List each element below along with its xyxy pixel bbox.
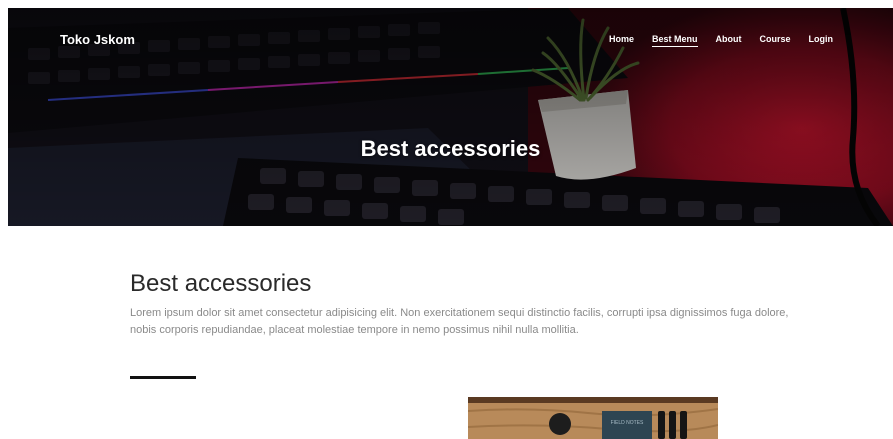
section-description: Lorem ipsum dolor sit amet consectetur a… bbox=[130, 307, 789, 336]
nav-item-about[interactable]: About bbox=[716, 34, 742, 47]
section-title: Best accessories bbox=[130, 270, 312, 297]
brand-logo[interactable]: Toko Jskom bbox=[60, 32, 135, 47]
notebook-label: FIELD NOTES bbox=[611, 420, 644, 426]
round-device-icon bbox=[549, 413, 571, 435]
nav-item-login[interactable]: Login bbox=[809, 34, 834, 47]
page: Toko Jskom Home Best Menu About Course L… bbox=[0, 0, 893, 439]
nav-item-home[interactable]: Home bbox=[609, 34, 634, 47]
nav-item-best-menu[interactable]: Best Menu bbox=[652, 34, 698, 47]
nav-item-course[interactable]: Course bbox=[760, 34, 791, 47]
product-image: FIELD NOTES bbox=[468, 397, 718, 439]
main-nav: Home Best Menu About Course Login bbox=[609, 34, 833, 47]
hero-title: Best accessories bbox=[360, 136, 541, 161]
section-divider bbox=[130, 376, 196, 379]
hero-banner: Toko Jskom Home Best Menu About Course L… bbox=[8, 8, 893, 226]
